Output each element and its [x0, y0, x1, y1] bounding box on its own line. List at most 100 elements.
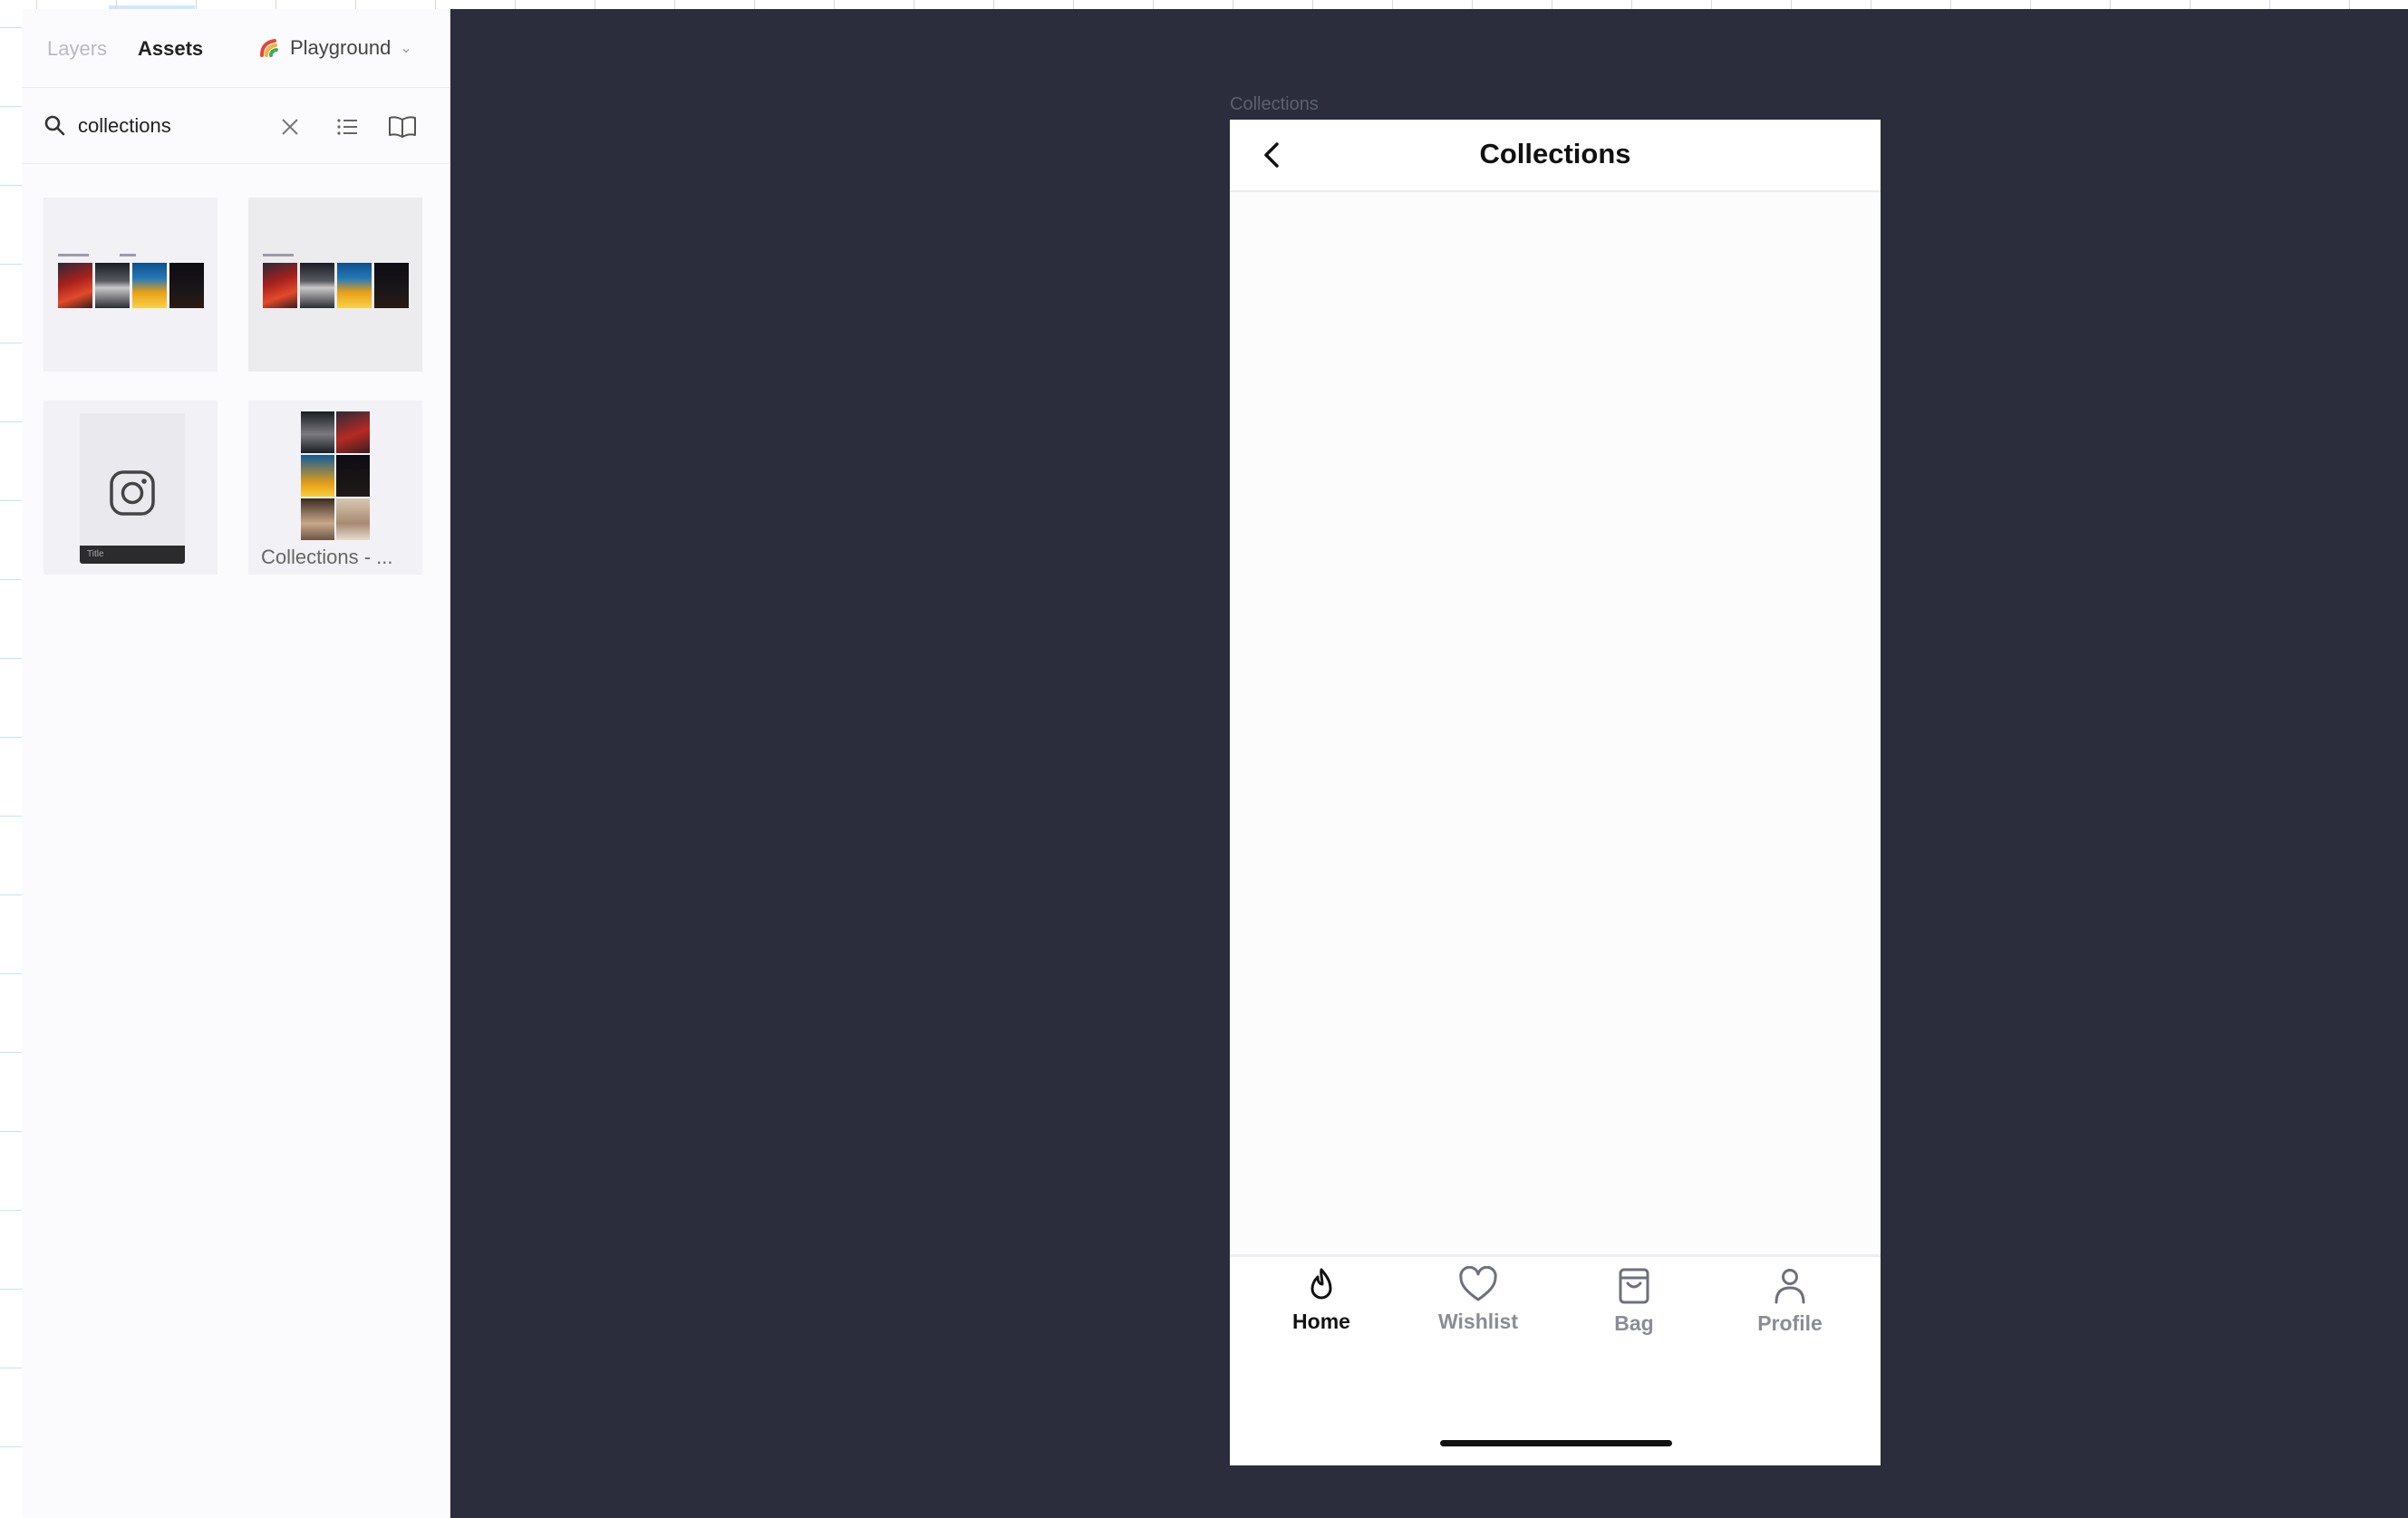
ruler-mark	[1312, 0, 1313, 9]
library-name: Playground	[290, 36, 392, 59]
ruler-mark	[834, 0, 835, 9]
image-tile	[58, 263, 92, 308]
ruler-tick	[0, 1210, 22, 1211]
tab-wishlist-label: Wishlist	[1438, 1310, 1518, 1333]
collections-preview	[263, 252, 410, 308]
tab-home[interactable]: Home	[1262, 1266, 1380, 1348]
ruler-tick	[0, 1131, 22, 1132]
ruler-mark	[116, 0, 117, 9]
image-tile	[95, 263, 130, 308]
ruler-mark	[1392, 0, 1393, 9]
tab-assets[interactable]: Assets	[138, 36, 203, 62]
tab-bag-label: Bag	[1614, 1311, 1654, 1335]
image-tile	[336, 411, 370, 453]
ruler-mark	[754, 0, 755, 9]
ruler-tick	[0, 658, 22, 659]
panel-tabs: Layers Assets Playground ⌄	[22, 9, 450, 88]
ruler-tick	[0, 1052, 22, 1053]
ruler-tick	[0, 421, 22, 422]
ruler-mark	[2110, 0, 2111, 9]
bag-icon	[1619, 1268, 1649, 1304]
image-tile	[301, 411, 334, 453]
image-tile	[336, 498, 370, 540]
assets-panel: Layers Assets Playground ⌄ collections T…	[22, 9, 450, 1518]
ruler-tick	[0, 500, 22, 501]
frame-label[interactable]: Collections	[1230, 94, 1319, 115]
asset-search	[22, 87, 450, 164]
search-icon	[44, 115, 65, 136]
library-selector[interactable]: Playground ⌄	[259, 34, 412, 62]
ruler-mark	[1153, 0, 1154, 9]
ruler-mark	[2269, 0, 2270, 9]
heart-icon	[1459, 1266, 1497, 1301]
collections-grid-preview	[301, 411, 370, 540]
image-tile	[301, 455, 334, 497]
ruler-tick	[0, 27, 22, 28]
caption-bar-label: Title	[87, 549, 104, 559]
home-indicator	[1440, 1440, 1672, 1446]
tab-layers[interactable]: Layers	[47, 36, 107, 62]
tab-profile-label: Profile	[1757, 1311, 1823, 1335]
ruler-tick	[0, 185, 22, 186]
ruler-tick	[0, 264, 22, 265]
collections-preview	[58, 252, 205, 308]
ruler-mark	[1711, 0, 1712, 9]
ruler-mark	[1073, 0, 1074, 9]
ruler-mark	[355, 0, 356, 9]
tab-profile[interactable]: Profile	[1731, 1266, 1849, 1348]
top-ruler	[0, 0, 2408, 9]
image-tile	[337, 263, 372, 308]
ruler-mark	[993, 0, 994, 9]
clear-search-button[interactable]	[274, 111, 306, 143]
image-tile	[132, 263, 167, 308]
person-icon	[1775, 1269, 1805, 1304]
image-tile	[374, 263, 409, 308]
caption-bar: Title	[80, 546, 185, 564]
ruler-tick	[0, 894, 22, 895]
phone-frame[interactable]: Collections Home Wishlist Bag Profile	[1230, 120, 1881, 1465]
page-title: Collections	[1479, 138, 1631, 169]
ruler-mark	[435, 0, 436, 9]
screen-content	[1230, 192, 1881, 1254]
image-tile	[263, 263, 297, 308]
tab-home-label: Home	[1292, 1310, 1350, 1333]
ruler-mark	[2349, 0, 2350, 9]
instagram-card-preview: Title	[80, 413, 185, 564]
asset-thumbnail[interactable]	[248, 198, 422, 372]
team-library-button[interactable]	[386, 111, 419, 143]
asset-thumbnail[interactable]: Collections - ...	[248, 401, 422, 575]
tab-wishlist[interactable]: Wishlist	[1419, 1266, 1537, 1348]
tab-bag[interactable]: Bag	[1575, 1266, 1693, 1348]
image-tile	[169, 263, 204, 308]
ruler-mark	[2030, 0, 2031, 9]
tab-bar: Home Wishlist Bag Profile	[1230, 1254, 1881, 1465]
ruler-mark	[1472, 0, 1473, 9]
rainbow-icon	[260, 39, 278, 57]
ruler-tick	[0, 579, 22, 580]
book-icon	[389, 116, 416, 138]
asset-thumbnail[interactable]: Title	[44, 401, 218, 575]
search-input[interactable]	[78, 111, 277, 141]
ruler-mark	[1791, 0, 1792, 9]
asset-label: Collections - ...	[261, 546, 393, 568]
left-ruler	[0, 9, 22, 1518]
chevron-down-icon: ⌄	[400, 41, 412, 56]
image-tile	[336, 455, 370, 497]
ruler-mark	[674, 0, 675, 9]
ruler-mark	[196, 0, 197, 9]
image-tile	[301, 498, 334, 540]
instagram-icon	[110, 470, 155, 516]
image-tile	[300, 263, 334, 308]
ruler-mark	[1950, 0, 1951, 9]
navigation-bar: Collections	[1230, 120, 1881, 192]
close-icon	[282, 119, 298, 135]
flame-icon	[1310, 1268, 1332, 1300]
list-icon	[337, 119, 357, 135]
ruler-tick	[0, 1289, 22, 1290]
ruler-tick	[0, 973, 22, 974]
asset-thumbnail[interactable]	[44, 198, 218, 372]
ruler-mark	[515, 0, 516, 9]
list-view-button[interactable]	[332, 111, 364, 143]
ruler-mark	[36, 0, 37, 9]
ruler-mark	[1631, 0, 1632, 9]
